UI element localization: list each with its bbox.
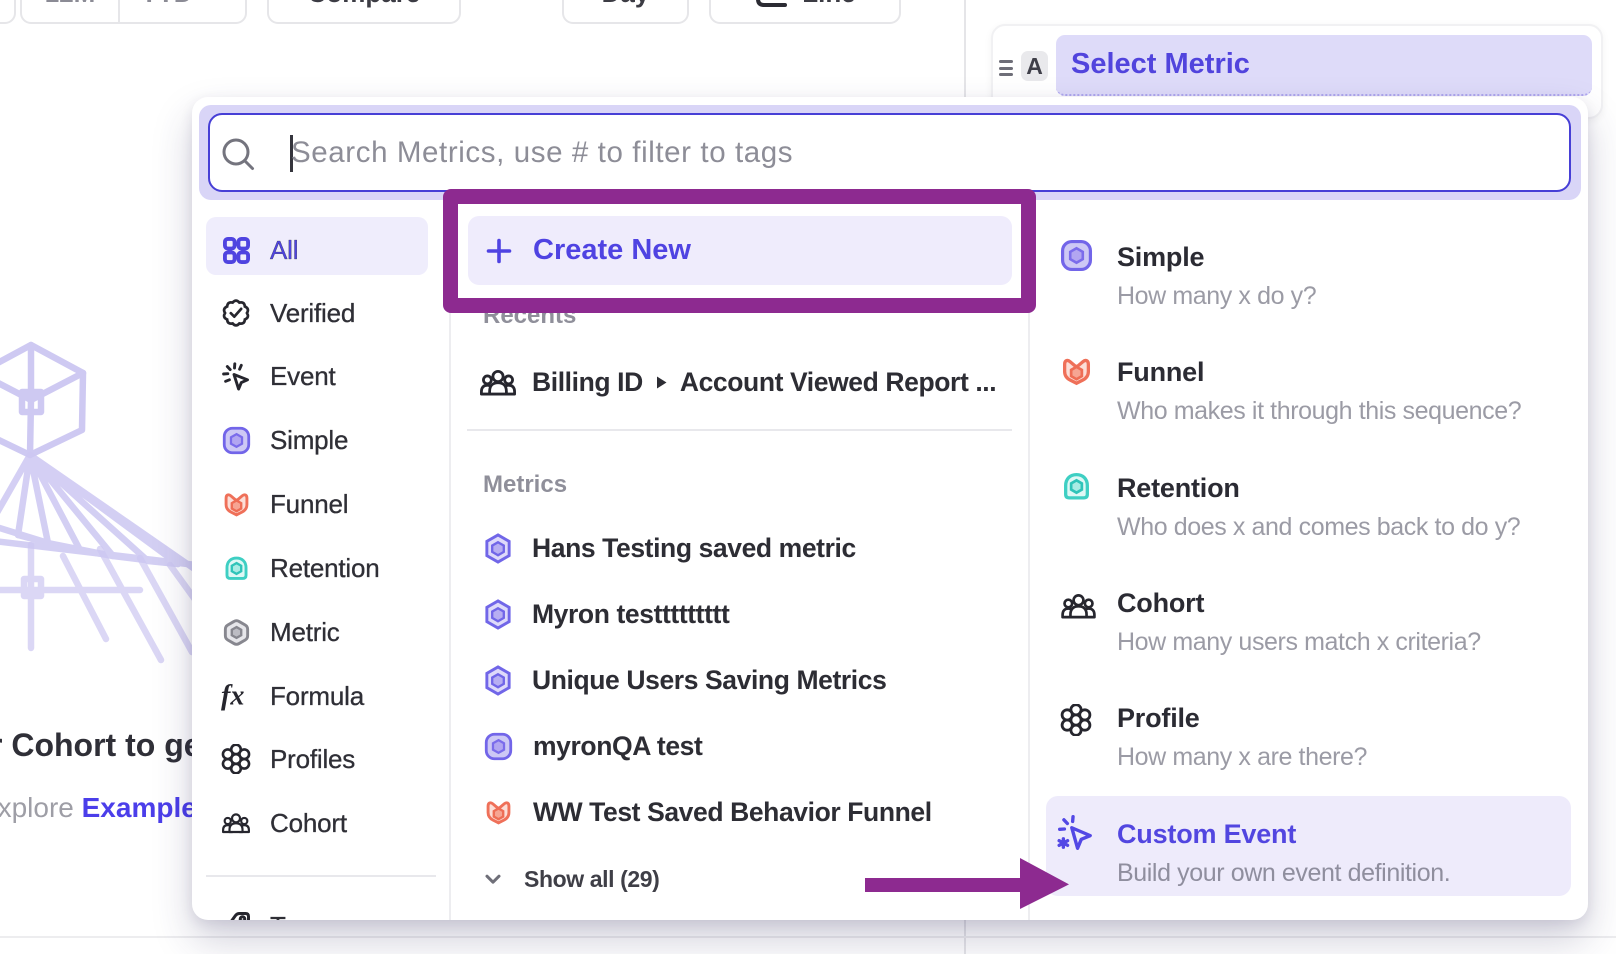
svg-text:fx: fx: [221, 680, 244, 711]
